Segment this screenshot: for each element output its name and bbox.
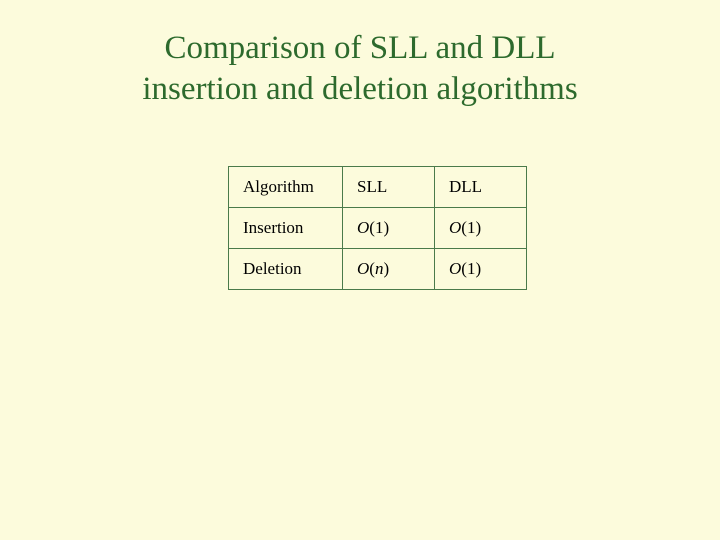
big-o: O: [449, 259, 461, 278]
title-line-2: insertion and deletion algorithms: [142, 71, 577, 107]
deletion-sll: O(n): [343, 248, 435, 289]
deletion-dll: O(1): [435, 248, 527, 289]
big-o: O: [357, 218, 369, 237]
row-label-insertion: Insertion: [229, 207, 343, 248]
slide-title: Comparison of SLL and DLL insertion and …: [40, 28, 680, 111]
paren-close: ): [383, 259, 389, 278]
table-header-row: Algorithm SLL DLL: [229, 166, 527, 207]
comparison-table-wrap: Algorithm SLL DLL Insertion O(1) O(1) De…: [228, 166, 680, 290]
big-o: O: [357, 259, 369, 278]
value: (1): [369, 218, 389, 237]
header-sll: SLL: [343, 166, 435, 207]
big-o: O: [449, 218, 461, 237]
table-row: Deletion O(n) O(1): [229, 248, 527, 289]
insertion-sll: O(1): [343, 207, 435, 248]
title-line-1: Comparison of SLL and DLL: [164, 30, 555, 66]
header-algorithm: Algorithm: [229, 166, 343, 207]
value: (1): [461, 218, 481, 237]
row-label-deletion: Deletion: [229, 248, 343, 289]
table-row: Insertion O(1) O(1): [229, 207, 527, 248]
insertion-dll: O(1): [435, 207, 527, 248]
header-dll: DLL: [435, 166, 527, 207]
comparison-table: Algorithm SLL DLL Insertion O(1) O(1) De…: [228, 166, 527, 290]
value: (1): [461, 259, 481, 278]
